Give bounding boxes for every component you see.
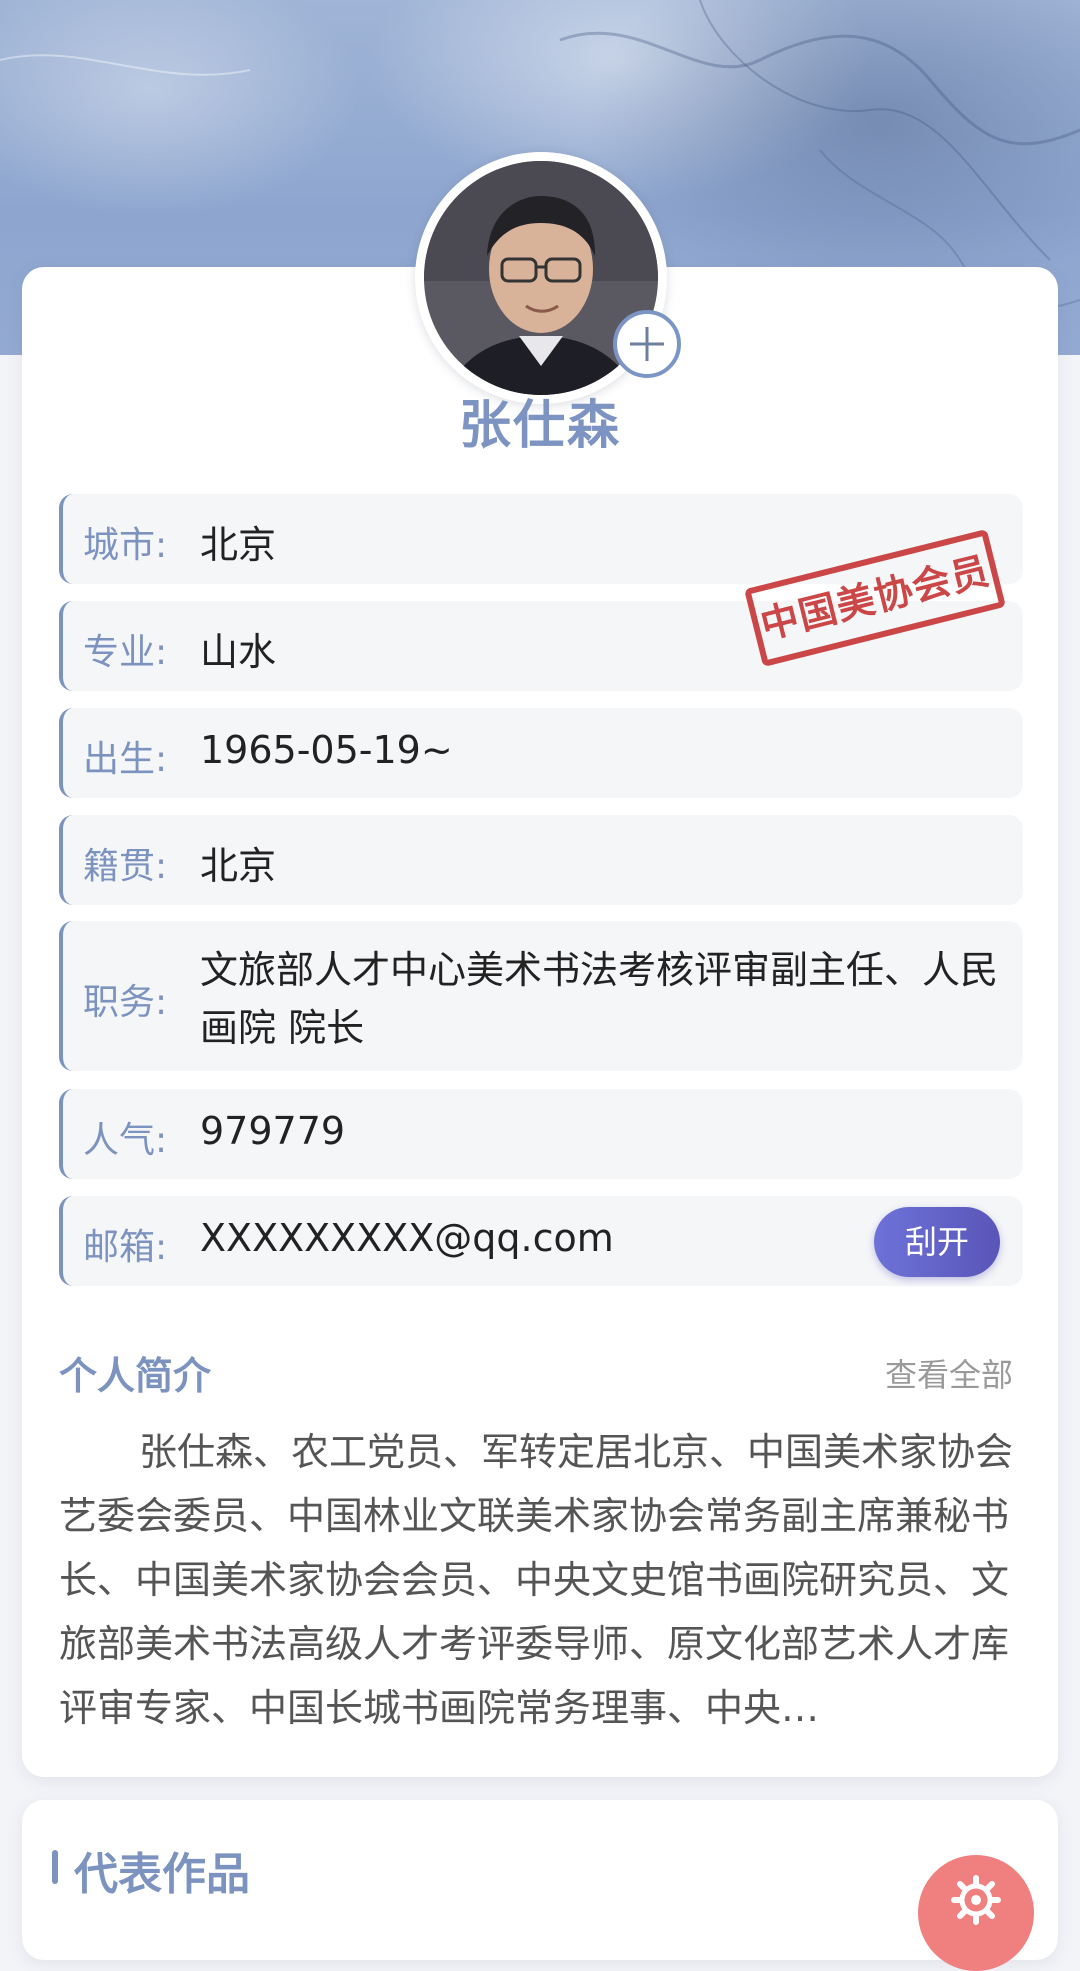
intro-title: 个人简介 bbox=[59, 1354, 212, 1398]
field-row-position: 职务: 文旅部人才中心美术书法考核评审副主任、人民画院 院长 bbox=[59, 921, 1023, 1071]
scrape-button[interactable]: 刮开 bbox=[874, 1207, 1000, 1277]
field-label: 城市: bbox=[83, 525, 168, 566]
artist-name: 张仕森 bbox=[458, 396, 621, 456]
section-marker bbox=[52, 1850, 58, 1884]
field-label: 出生: bbox=[83, 739, 168, 780]
field-label: 人气: bbox=[83, 1120, 168, 1161]
field-value: 北京 bbox=[200, 523, 277, 567]
plus-icon[interactable] bbox=[613, 310, 681, 378]
field-value: 1965-05-19~ bbox=[200, 728, 453, 772]
field-row-birth: 出生: 1965-05-19~ bbox=[59, 708, 1023, 798]
intro-text: 张仕森、农工党员、军转定居北京、中国美术家协会艺委会委员、中国林业文联美术家协会… bbox=[59, 1430, 1014, 1730]
field-row-hometown: 籍贯: 北京 bbox=[59, 815, 1023, 905]
field-value: 979779 bbox=[200, 1109, 346, 1153]
field-row-popularity: 人气: 979779 bbox=[59, 1089, 1023, 1179]
field-label: 邮箱: bbox=[83, 1227, 168, 1268]
field-label: 专业: bbox=[83, 632, 168, 673]
field-value: 北京 bbox=[200, 844, 277, 888]
settings-fab[interactable] bbox=[918, 1855, 1034, 1971]
works-title: 代表作品 bbox=[74, 1849, 250, 1900]
field-value: 文旅部人才中心美术书法考核评审副主任、人民画院 院长 bbox=[200, 948, 999, 1050]
gear-icon bbox=[951, 1875, 1001, 1925]
view-all-link[interactable]: 查看全部 bbox=[885, 1350, 1013, 1396]
field-label: 籍贯: bbox=[83, 846, 168, 887]
field-label: 职务: bbox=[83, 982, 168, 1023]
field-value: 山水 bbox=[200, 630, 277, 674]
field-value: XXXXXXXXX@qq.com bbox=[200, 1216, 614, 1260]
